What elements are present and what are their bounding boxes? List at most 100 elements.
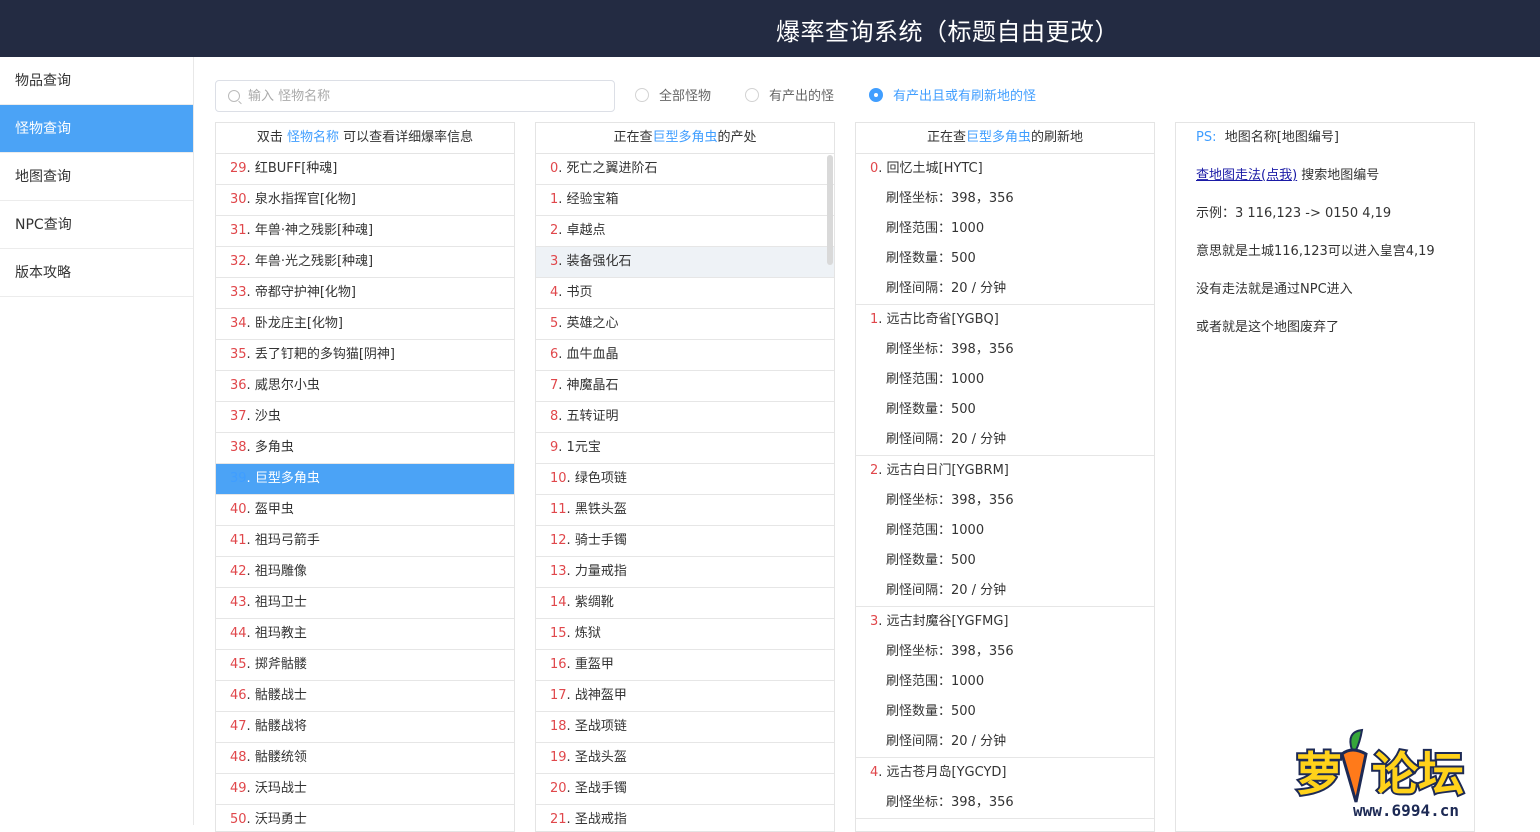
row-label: 圣战头盔 — [574, 750, 627, 765]
drop-row[interactable]: 15. 炼狱 — [536, 619, 834, 650]
row-label: 书页 — [566, 285, 593, 300]
watermark-url: www.6994.cn — [1353, 801, 1459, 820]
row-index: 36 — [230, 378, 247, 393]
row-index: 32 — [230, 254, 247, 269]
drop-row[interactable]: 0. 死亡之翼进阶石 — [536, 154, 834, 185]
spawn-map-entry[interactable]: 1. 远古比奇省[YGBQ] 刷怪坐标：398，356 刷怪范围：1000 刷怪数量：… — [856, 305, 1154, 456]
drop-row[interactable]: 14. 紫绸靴 — [536, 588, 834, 619]
monster-row[interactable]: 35. 丢了钉耙的多钩猫[阴神] — [216, 340, 514, 371]
sidebar: 物品查询 怪物查询 地图查询 NPC查询 版本攻略 — [0, 57, 194, 825]
monster-row[interactable]: 31. 年兽·神之残影[种魂] — [216, 216, 514, 247]
spawn-detail-line: 刷怪数量：500 — [886, 553, 976, 568]
drop-row[interactable]: 20. 圣战手镯 — [536, 774, 834, 805]
row-label: 骷髅战将 — [254, 719, 307, 734]
row-label: 骷髅统领 — [254, 750, 307, 765]
spawn-detail-line: 刷怪间隔：20 / 分钟 — [886, 281, 1007, 296]
drop-row[interactable]: 3. 装备强化石 — [536, 247, 834, 278]
row-label: 掷斧骷髅 — [254, 657, 307, 672]
monster-row[interactable]: 29. 红BUFF[种魂] — [216, 154, 514, 185]
drop-row[interactable]: 13. 力量戒指 — [536, 557, 834, 588]
spawn-detail-line: 刷怪范围：1000 — [886, 523, 985, 538]
drop-row[interactable]: 7. 神魔晶石 — [536, 371, 834, 402]
filter-all-monsters[interactable]: 全部怪物 — [635, 85, 711, 104]
drop-row[interactable]: 1. 经验宝箱 — [536, 185, 834, 216]
drop-row[interactable]: 6. 血牛血晶 — [536, 340, 834, 371]
drop-row[interactable]: 8. 五转证明 — [536, 402, 834, 433]
sidebar-item-monster-search[interactable]: 怪物查询 — [0, 105, 193, 153]
row-index: 45 — [230, 657, 247, 672]
row-index: 16 — [550, 657, 567, 672]
monster-row[interactable]: 34. 卧龙庄主[化物] — [216, 309, 514, 340]
monster-row[interactable]: 43. 祖玛卫士 — [216, 588, 514, 619]
monster-row[interactable]: 33. 帝都守护神[化物] — [216, 278, 514, 309]
row-index: 49 — [230, 781, 247, 796]
monster-row[interactable]: 49. 沃玛战士 — [216, 774, 514, 805]
drop-row[interactable]: 18. 圣战项链 — [536, 712, 834, 743]
monster-row[interactable]: 38. 多角虫 — [216, 433, 514, 464]
row-index: 44 — [230, 626, 247, 641]
row-index: 17 — [550, 688, 567, 703]
drop-row[interactable]: 10. 绿色项链 — [536, 464, 834, 495]
row-index: 48 — [230, 750, 247, 765]
search-input[interactable] — [248, 85, 608, 107]
filter-label: 全部怪物 — [659, 89, 712, 104]
monster-row[interactable]: 45. 掷斧骷髅 — [216, 650, 514, 681]
monster-list-panel: 双击 怪物名称 可以查看详细爆率信息 29. 红BUFF[种魂] 30. 泉水指挥… — [215, 122, 515, 832]
spawn-detail-line: 刷怪间隔：20 / 分钟 — [886, 432, 1007, 447]
monster-row[interactable]: 41. 祖玛弓箭手 — [216, 526, 514, 557]
drop-row[interactable]: 2. 卓越点 — [536, 216, 834, 247]
monster-row[interactable]: 39. 巨型多角虫 — [216, 464, 514, 495]
drop-row[interactable]: 17. 战神盔甲 — [536, 681, 834, 712]
row-label: 五转证明 — [566, 409, 619, 424]
spawn-list-header: 正在查巨型多角虫的刷新地 — [856, 123, 1154, 154]
row-index: 40 — [230, 502, 247, 517]
spawn-map-entry[interactable]: 3. 远古封魔谷[YGFMG] 刷怪坐标：398，356 刷怪范围：1000 刷怪数量… — [856, 607, 1154, 758]
drop-row[interactable]: 21. 圣战戒指 — [536, 805, 834, 831]
filter-monsters-with-drops-or-spawns[interactable]: 有产出且或有刷新地的怪 — [869, 85, 1036, 104]
filter-monsters-with-drops[interactable]: 有产出的怪 — [745, 85, 834, 104]
sidebar-item-map-search[interactable]: 地图查询 — [0, 153, 193, 201]
row-label: 炼狱 — [574, 626, 601, 641]
monster-row[interactable]: 48. 骷髅统领 — [216, 743, 514, 774]
sidebar-item-version-guide[interactable]: 版本攻略 — [0, 249, 193, 297]
row-index: 30 — [230, 192, 247, 207]
row-label: 死亡之翼进阶石 — [566, 161, 658, 176]
row-label: 血牛血晶 — [566, 347, 619, 362]
filter-label: 有产出且或有刷新地的怪 — [893, 89, 1037, 104]
spawn-map-entry[interactable]: 0. 回忆土城[HYTC] 刷怪坐标：398，356 刷怪范围：1000 刷怪数量：5… — [856, 154, 1154, 305]
monster-row[interactable]: 42. 祖玛雕像 — [216, 557, 514, 588]
monster-row[interactable]: 30. 泉水指挥官[化物] — [216, 185, 514, 216]
row-index: 13 — [550, 564, 567, 579]
row-label: 沙虫 — [254, 409, 281, 424]
row-label: 泉水指挥官[化物] — [254, 192, 356, 207]
drop-row[interactable]: 19. 圣战头盔 — [536, 743, 834, 774]
sidebar-item-item-search[interactable]: 物品查询 — [0, 57, 193, 105]
monster-row[interactable]: 32. 年兽·光之残影[种魂] — [216, 247, 514, 278]
drop-row[interactable]: 4. 书页 — [536, 278, 834, 309]
drop-row[interactable]: 12. 骑士手镯 — [536, 526, 834, 557]
row-label: 装备强化石 — [566, 254, 632, 269]
row-index: 18 — [550, 719, 567, 734]
monster-row[interactable]: 50. 沃玛勇士 — [216, 805, 514, 831]
monster-row[interactable]: 36. 威思尔小虫 — [216, 371, 514, 402]
drop-row[interactable]: 9. 1元宝 — [536, 433, 834, 464]
row-label: 威思尔小虫 — [254, 378, 320, 393]
sidebar-item-npc-search[interactable]: NPC查询 — [0, 201, 193, 249]
info-meaning: 意思就是土城116,123可以进入皇宫4,19 — [1196, 244, 1435, 259]
monster-row[interactable]: 44. 祖玛教主 — [216, 619, 514, 650]
spawn-list: 0. 回忆土城[HYTC] 刷怪坐标：398，356 刷怪范围：1000 刷怪数量：5… — [856, 154, 1154, 819]
map-route-link[interactable]: 查地图走法(点我) — [1196, 168, 1297, 183]
monster-row[interactable]: 46. 骷髅战士 — [216, 681, 514, 712]
drop-row[interactable]: 5. 英雄之心 — [536, 309, 834, 340]
monster-row[interactable]: 47. 骷髅战将 — [216, 712, 514, 743]
spawn-map-entry[interactable]: 2. 远古白日门[YGBRM] 刷怪坐标：398，356 刷怪范围：1000 刷怪数量… — [856, 456, 1154, 607]
scrollbar[interactable] — [827, 155, 833, 265]
monster-row[interactable]: 40. 盔甲虫 — [216, 495, 514, 526]
row-label: 神魔晶石 — [566, 378, 619, 393]
drop-row[interactable]: 11. 黑铁头盔 — [536, 495, 834, 526]
spawn-map-title: 4. 远古苍月岛[YGCYD] — [870, 765, 1007, 780]
spawn-map-entry[interactable]: 4. 远古苍月岛[YGCYD] 刷怪坐标：398，356 — [856, 758, 1154, 819]
drop-row[interactable]: 16. 重盔甲 — [536, 650, 834, 681]
row-index: 31 — [230, 223, 247, 238]
monster-row[interactable]: 37. 沙虫 — [216, 402, 514, 433]
